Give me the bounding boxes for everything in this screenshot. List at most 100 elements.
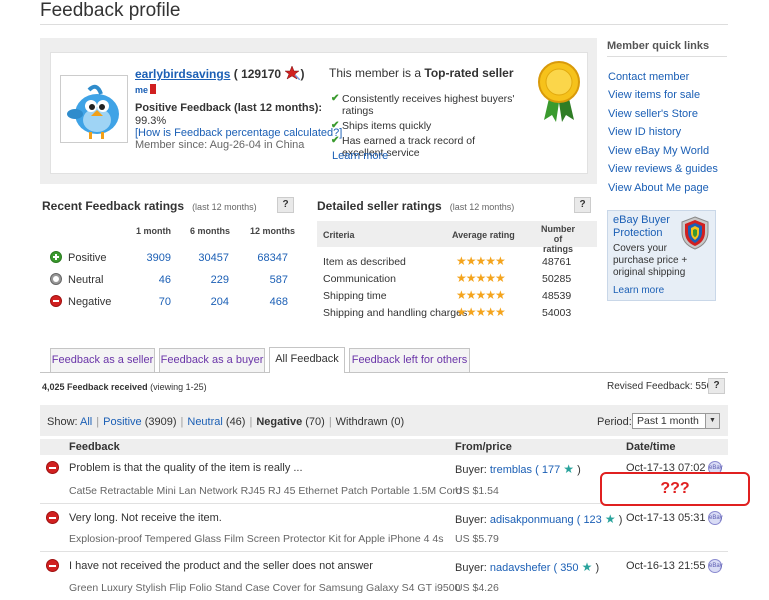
- negative-rating-icon: [46, 461, 59, 474]
- feedback-buyer: Buyer: nadavshefer ( 350 ★ ): [455, 560, 600, 574]
- recent-feedback-help-button[interactable]: ?: [277, 197, 294, 213]
- title-divider: [40, 24, 728, 25]
- positive-feedback-label: Positive Feedback (last 12 months):: [135, 102, 323, 114]
- recent-header-12-months: 12 months: [250, 226, 296, 236]
- quick-link-sellers-store[interactable]: View seller's Store: [608, 108, 698, 120]
- quick-link-items-for-sale[interactable]: View items for sale: [608, 89, 700, 101]
- top-rated-medal-icon: [536, 60, 582, 124]
- filter-negative[interactable]: Negative: [256, 416, 302, 428]
- quick-link-id-history[interactable]: View ID history: [608, 126, 681, 138]
- teal-star-icon: ★: [581, 560, 593, 574]
- dsr-help-button[interactable]: ?: [574, 197, 591, 213]
- tab-all-feedback[interactable]: All Feedback: [269, 347, 345, 373]
- buyer-protection-learn-more-link[interactable]: Learn more: [613, 285, 664, 296]
- feedback-item-link[interactable]: Green Luxury Stylish Flip Folio Stand Ca…: [69, 582, 460, 594]
- teal-star-icon: ★: [563, 462, 575, 476]
- member-score: ( 129170: [233, 67, 282, 81]
- quick-link-reviews-guides[interactable]: View reviews & guides: [608, 163, 718, 175]
- check-icon: ✔: [331, 135, 340, 146]
- recent-neutral-12m[interactable]: 587: [248, 274, 288, 286]
- recent-neutral-label: Neutral: [68, 274, 104, 286]
- tab-feedback-as-buyer[interactable]: Feedback as a buyer: [159, 348, 265, 372]
- question-annotation: ???: [600, 472, 750, 506]
- filter-positive[interactable]: Positive: [103, 416, 142, 428]
- header-from-price: From/price: [455, 441, 512, 453]
- feedback-comment: Problem is that the quality of the item …: [69, 462, 303, 474]
- recent-positive-12m[interactable]: 68347: [248, 252, 288, 264]
- recent-header-1-month: 1 month: [136, 226, 171, 236]
- feedback-count: 4,025 Feedback received (viewing 1-25): [42, 382, 207, 392]
- filter-options: Show: All | Positive (3909) | Neutral (46) | N…: [47, 416, 405, 428]
- dsr-label: Shipping and handling charges: [323, 307, 468, 319]
- feedback-date: Oct-16-13 21:55: [626, 560, 706, 572]
- revised-feedback: Revised Feedback: 556: [607, 381, 713, 392]
- chevron-down-icon: ▼: [705, 414, 719, 428]
- negative-rating-icon: [46, 511, 59, 524]
- buyer-link[interactable]: adisakponmuang: [490, 514, 574, 526]
- member-since: Member since: Aug-26-04 in China: [135, 139, 305, 151]
- quick-link-my-world[interactable]: View eBay My World: [608, 145, 709, 157]
- recent-negative-12m[interactable]: 468: [248, 296, 288, 308]
- member-name-link[interactable]: earlybirdsavings: [135, 67, 230, 81]
- period-select[interactable]: Past 1 month ▼: [632, 413, 720, 429]
- buyer-score[interactable]: ( 123: [577, 514, 602, 526]
- feedback-calc-link[interactable]: [How is Feedback percentage calculated?]: [135, 127, 342, 139]
- quick-link-about-me[interactable]: View About Me page: [608, 182, 709, 194]
- row-divider: [40, 551, 728, 552]
- recent-negative-6m[interactable]: 204: [189, 296, 229, 308]
- filter-withdrawn[interactable]: Withdrawn (0): [336, 416, 404, 428]
- buyer-link[interactable]: tremblas: [490, 464, 532, 476]
- feedback-price: US $1.54: [455, 485, 499, 497]
- check-icon: ✔: [331, 93, 340, 104]
- header-feedback: Feedback: [69, 441, 120, 453]
- quick-link-contact-member[interactable]: Contact member: [608, 71, 689, 83]
- feedback-price: US $5.79: [455, 533, 499, 545]
- teal-star-icon: ★: [604, 512, 616, 526]
- dsr-label: Item as described: [323, 256, 406, 268]
- feedback-buyer: Buyer: tremblas ( 177 ★ ): [455, 462, 581, 476]
- feedback-item-link[interactable]: Explosion-proof Tempered Glass Film Scre…: [69, 533, 444, 545]
- recent-positive-1m[interactable]: 3909: [131, 252, 171, 264]
- positive-feedback-value: 99.3%: [135, 115, 167, 127]
- seal-icon[interactable]: eBay: [708, 559, 723, 573]
- top-rated-learn-more-link[interactable]: Learn more: [332, 150, 388, 162]
- quick-links-divider: [607, 56, 727, 57]
- feedback-comment: I have not received the product and the …: [69, 560, 373, 572]
- filter-neutral[interactable]: Neutral: [187, 416, 222, 428]
- buyer-protection-title: eBay Buyer Protection: [613, 214, 670, 239]
- feedback-buyer: Buyer: adisakponmuang ( 123 ★ ): [455, 512, 623, 526]
- feedback-date: Oct-17-13 05:31: [626, 512, 706, 524]
- feedback-price: US $4.26: [455, 582, 499, 594]
- recent-neutral-6m[interactable]: 229: [189, 274, 229, 286]
- top-rated-item: ✔ Ships items quickly: [331, 120, 432, 132]
- recent-positive-label: Positive: [68, 252, 107, 264]
- buyer-score[interactable]: ( 350: [553, 562, 578, 574]
- recent-neutral-1m[interactable]: 46: [131, 274, 171, 286]
- dsr-stars: ★★★★★: [456, 254, 506, 268]
- dsr-stars: ★★★★★: [456, 288, 506, 302]
- feedback-table-header: [40, 439, 728, 455]
- me-badge[interactable]: me: [135, 84, 165, 97]
- dsr-count: 48539: [542, 290, 572, 302]
- bird-avatar-icon: [60, 75, 128, 143]
- buyer-link[interactable]: nadavshefer: [490, 562, 551, 574]
- red-shooting-star-icon: [284, 65, 301, 81]
- feedback-item-link[interactable]: Cat5e Retractable Mini Lan Network RJ45 …: [69, 485, 462, 497]
- tab-feedback-as-seller[interactable]: Feedback as a seller: [50, 348, 155, 372]
- dsr-count: 48761: [542, 256, 572, 268]
- dsr-stars: ★★★★★: [456, 271, 506, 285]
- recent-positive-6m[interactable]: 30457: [189, 252, 229, 264]
- revised-help-button[interactable]: ?: [708, 378, 725, 394]
- recent-negative-1m[interactable]: 70: [131, 296, 171, 308]
- member-name-line: earlybirdsavings ( 129170 ): [135, 65, 305, 81]
- feedback-comment: Very long. Not receive the item.: [69, 512, 222, 524]
- buyer-score[interactable]: ( 177: [535, 464, 560, 476]
- filter-all[interactable]: All: [80, 416, 92, 428]
- dsr-header-average: Average rating: [452, 230, 515, 240]
- period-label: Period:: [597, 416, 632, 428]
- check-icon: ✔: [331, 120, 340, 131]
- dsr-header-criteria: Criteria: [323, 230, 355, 240]
- tab-feedback-left-for-others[interactable]: Feedback left for others: [349, 348, 470, 372]
- dsr-label: Shipping time: [323, 290, 387, 302]
- seal-icon[interactable]: eBay: [708, 511, 723, 525]
